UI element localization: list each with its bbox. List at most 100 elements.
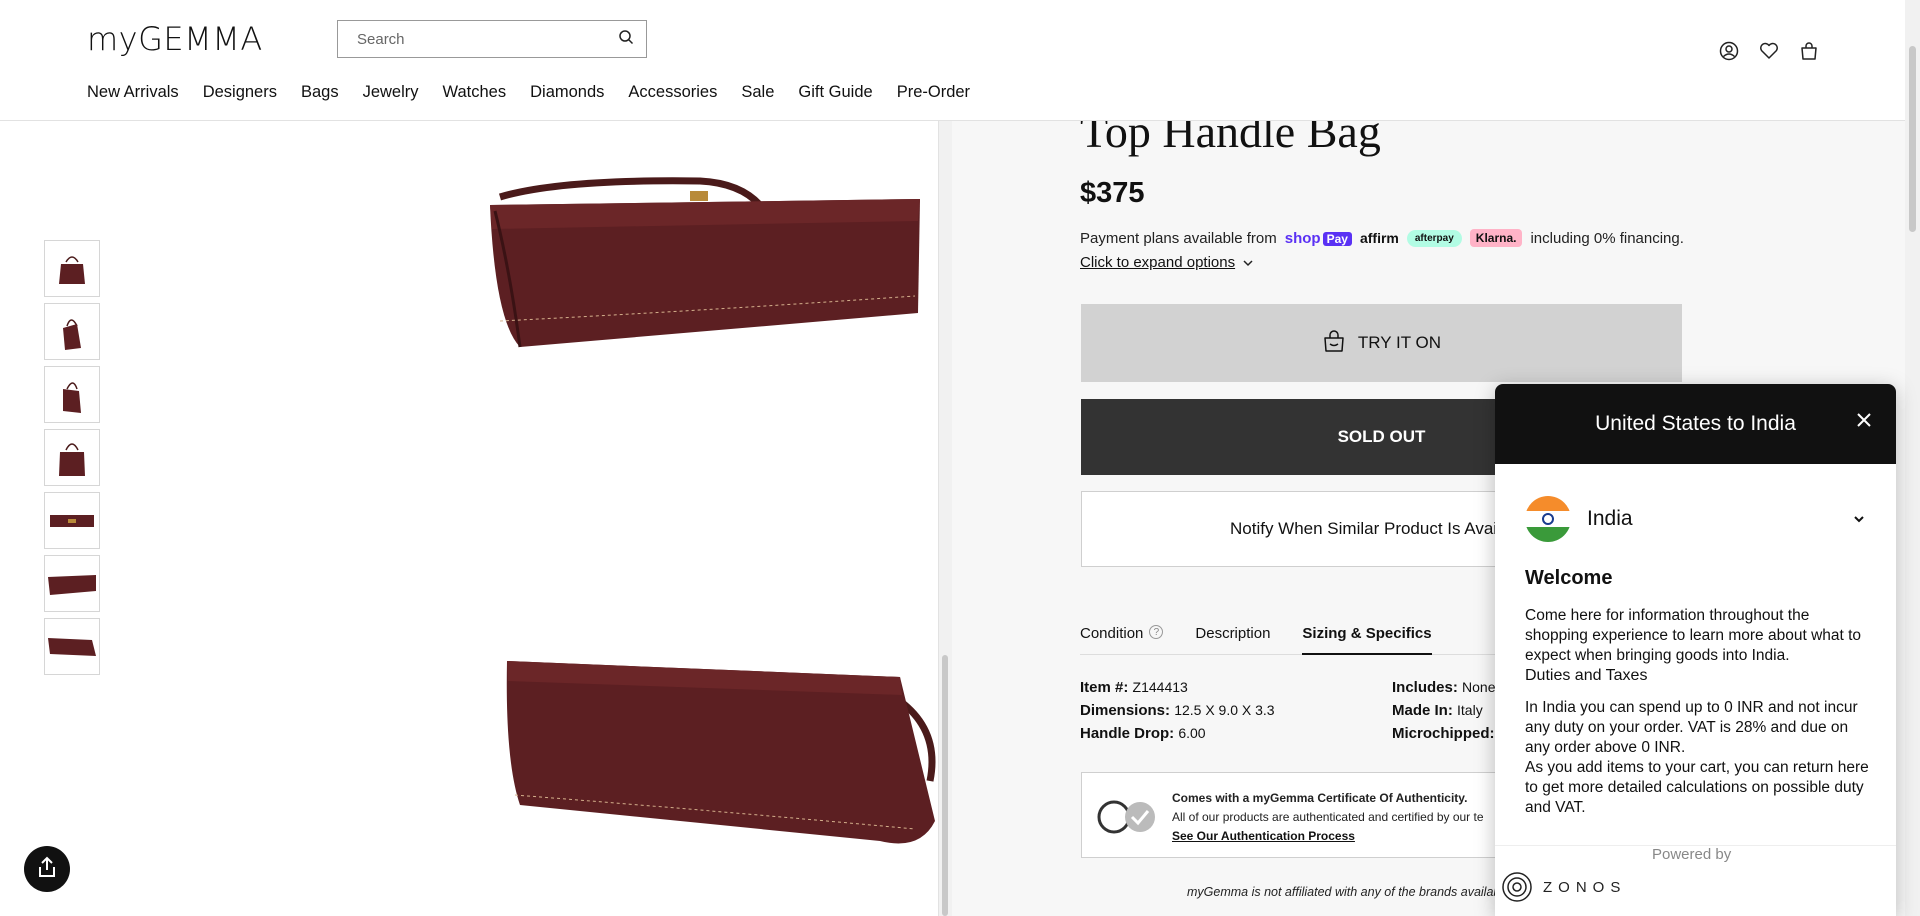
brand-disclaimer: myGemma is not affiliated with any of th… <box>1187 885 1501 899</box>
help-icon[interactable]: ? <box>1149 625 1164 639</box>
spec-label: Dimensions: <box>1080 702 1171 719</box>
thumbnail-front[interactable] <box>44 240 100 297</box>
spec-made-in: Made In: Italy <box>1392 702 1509 719</box>
search-icon[interactable] <box>618 29 634 50</box>
welcome-text: Come here for information throughout the… <box>1525 607 1862 664</box>
gallery-scrollbar[interactable] <box>942 655 948 916</box>
search-input[interactable] <box>357 30 618 48</box>
spec-label: Made In: <box>1392 702 1453 719</box>
spec-value: 6.00 <box>1178 725 1206 741</box>
product-gallery <box>0 121 938 916</box>
authentication-process-link[interactable]: See Our Authentication Process <box>1172 829 1355 843</box>
product-image-side-view <box>490 177 920 348</box>
zonos-logo[interactable]: ZONOS <box>1501 871 1626 903</box>
zonos-wordmark: ZONOS <box>1543 878 1627 896</box>
nav-new-arrivals[interactable]: New Arrivals <box>87 83 179 102</box>
tab-sizing-specifics[interactable]: Sizing & Specifics <box>1302 625 1432 655</box>
powered-by-label: Powered by <box>1652 846 1732 863</box>
country-name: India <box>1587 507 1633 530</box>
close-icon[interactable] <box>1852 408 1876 432</box>
page-scrollbar[interactable] <box>1905 0 1920 916</box>
spec-microchipped: Microchipped: N <box>1392 725 1509 742</box>
product-image-base-view <box>506 661 936 844</box>
welcome-heading: Welcome <box>1525 567 1613 589</box>
spec-label: Handle Drop: <box>1080 725 1175 742</box>
product-price: $375 <box>1080 177 1145 209</box>
nav-designers[interactable]: Designers <box>203 83 277 102</box>
payment-prefix: Payment plans available from <box>1080 229 1277 247</box>
klarna-logo: Klarna. <box>1469 229 1523 247</box>
bag-try-on-icon <box>1322 329 1346 358</box>
specs-left: Item #: Z144413 Dimensions: 12.5 X 9.0 X… <box>1080 679 1275 742</box>
payment-suffix: including 0% financing. <box>1530 229 1684 247</box>
cart-text: As you add items to your cart, you can r… <box>1525 759 1869 816</box>
spec-dimensions: Dimensions: 12.5 X 9.0 X 3.3 <box>1080 702 1275 719</box>
tab-condition[interactable]: Condition ? <box>1080 625 1164 655</box>
spec-label: Microchipped: <box>1392 725 1495 742</box>
share-icon <box>37 856 57 883</box>
shop-pay-badge: Pay <box>1322 231 1352 246</box>
expand-payment-options[interactable]: Click to expand options <box>1080 254 1253 271</box>
nav-sale[interactable]: Sale <box>741 83 774 102</box>
product-images[interactable] <box>0 121 938 916</box>
page-scrollbar-thumb[interactable] <box>1909 46 1916 232</box>
nav-diamonds[interactable]: Diamonds <box>530 83 604 102</box>
thumbnail-base[interactable] <box>44 618 100 675</box>
shopping-bag-icon[interactable] <box>1798 40 1820 62</box>
popup-title: United States to India <box>1595 412 1796 435</box>
nav-pre-order[interactable]: Pre-Order <box>897 83 970 102</box>
popup-header: United States to India <box>1495 384 1896 464</box>
tab-condition-label: Condition <box>1080 625 1144 642</box>
thumbnail-top[interactable] <box>44 492 100 549</box>
chevron-down-icon <box>1243 254 1253 271</box>
certificate-title: Comes with a myGemma Certificate Of Auth… <box>1172 791 1468 805</box>
site-logo[interactable]: myGEMMA <box>87 20 263 58</box>
expand-label: Click to expand options <box>1080 254 1236 271</box>
thumbnail-angle-right[interactable] <box>44 366 100 423</box>
spec-includes: Includes: None <box>1392 679 1509 696</box>
spec-value: None <box>1462 679 1496 695</box>
thumbnail-angle-left[interactable] <box>44 303 100 360</box>
tab-description[interactable]: Description <box>1195 625 1270 655</box>
thumbnail-side[interactable] <box>44 555 100 612</box>
spec-value: Z144413 <box>1132 679 1188 695</box>
zonos-icon <box>1502 872 1532 902</box>
try-it-on-label: TRY IT ON <box>1357 333 1442 352</box>
shop-pay-logo: shop Pay <box>1285 230 1352 247</box>
spec-value: 12.5 X 9.0 X 3.3 <box>1174 702 1275 718</box>
chevron-down-icon <box>1853 510 1865 528</box>
nav-gift-guide[interactable]: Gift Guide <box>798 83 872 102</box>
thumbnail-back[interactable] <box>44 429 100 486</box>
spec-handle-drop: Handle Drop: 6.00 <box>1080 725 1275 742</box>
affirm-logo: affirm <box>1359 230 1399 246</box>
account-icon[interactable] <box>1718 40 1740 62</box>
main-nav: New Arrivals Designers Bags Jewelry Watc… <box>87 83 994 102</box>
spec-item-number: Item #: Z144413 <box>1080 679 1275 696</box>
duties-text: In India you can spend up to 0 INR and n… <box>1525 699 1858 756</box>
shop-pay-word: shop <box>1284 229 1321 247</box>
try-it-on-button[interactable]: TRY IT ON <box>1081 304 1682 382</box>
certificate-check-icon <box>1096 799 1160 840</box>
site-header: myGEMMA New Arrivals Designers Bags Jewe… <box>0 0 1905 121</box>
popup-footer: Powered by ZONOS <box>1495 845 1896 916</box>
nav-watches[interactable]: Watches <box>443 83 507 102</box>
share-button[interactable] <box>24 846 70 892</box>
popup-body: Welcome Come here for information throug… <box>1525 567 1875 818</box>
wishlist-heart-icon[interactable] <box>1758 40 1780 62</box>
specs-right: Includes: None Made In: Italy Microchipp… <box>1392 679 1509 742</box>
spec-label: Includes: <box>1392 679 1458 696</box>
afterpay-logo: afterpay <box>1406 229 1462 247</box>
country-selector[interactable]: India <box>1525 494 1865 544</box>
thumbnail-strip <box>44 240 100 675</box>
nav-jewelry[interactable]: Jewelry <box>363 83 419 102</box>
spec-value: Italy <box>1457 702 1483 718</box>
spec-label: Item #: <box>1080 679 1129 696</box>
header-icons <box>1718 40 1820 62</box>
international-shipping-popup: United States to India India Welcome Com… <box>1495 384 1896 916</box>
certificate-body: All of our products are authenticated an… <box>1172 810 1484 824</box>
nav-accessories[interactable]: Accessories <box>628 83 717 102</box>
duties-heading: Duties and Taxes <box>1525 667 1648 684</box>
nav-bags[interactable]: Bags <box>301 83 339 102</box>
payment-plans: Payment plans available from shop Pay aff… <box>1080 229 1684 247</box>
search-box[interactable] <box>337 20 647 58</box>
